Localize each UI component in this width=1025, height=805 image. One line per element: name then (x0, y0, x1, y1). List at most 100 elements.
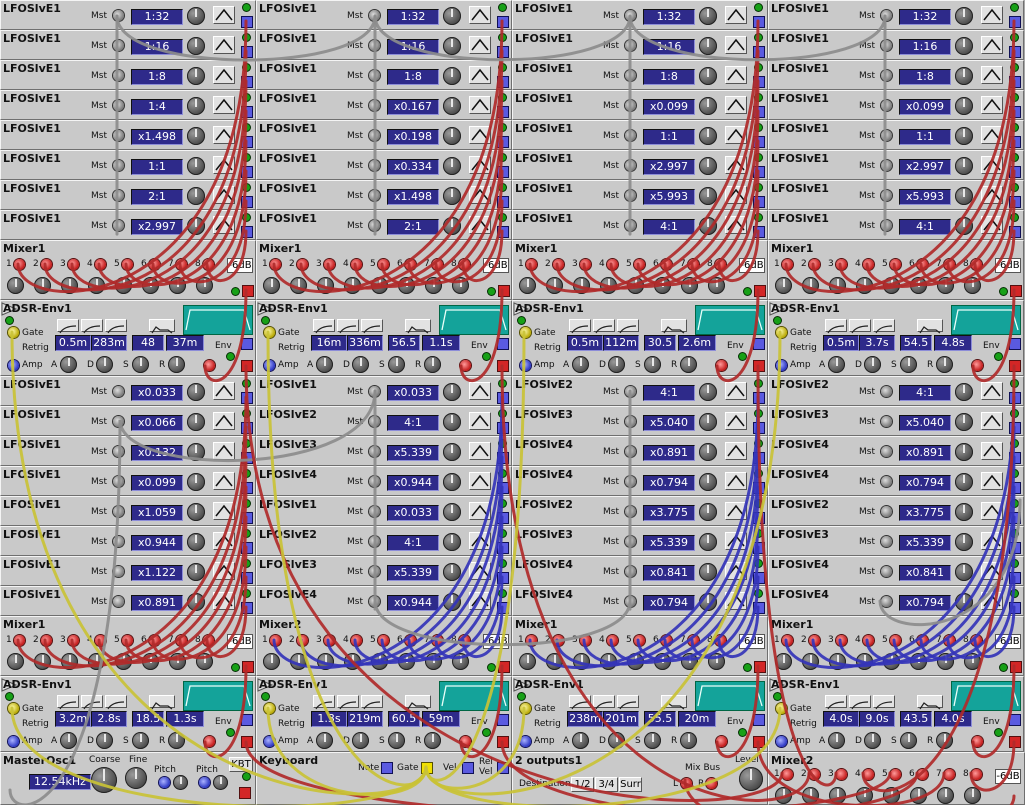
channel-input-jack[interactable] (405, 635, 416, 646)
mixer-output-jack[interactable] (242, 285, 254, 297)
rate-knob[interactable] (187, 443, 205, 461)
rate-display[interactable]: x2.997 (899, 159, 951, 175)
master-input-jack[interactable] (881, 386, 892, 397)
channel-input-jack[interactable] (782, 769, 793, 780)
rate-knob[interactable] (443, 7, 461, 25)
rate-display[interactable]: x1.059 (131, 505, 183, 521)
rate-knob[interactable] (443, 563, 461, 581)
sustain-display[interactable]: 54.5 (900, 335, 932, 351)
master-input-jack[interactable] (113, 190, 124, 201)
env-output-jack[interactable] (497, 714, 509, 726)
decay-curve-button[interactable] (849, 319, 871, 334)
channel-level-knob[interactable] (600, 653, 617, 670)
channel-input-jack[interactable] (661, 635, 672, 646)
kbt-button[interactable]: KBT (229, 757, 253, 772)
lfo-output-jack[interactable] (753, 422, 765, 434)
lfo-output-jack[interactable] (497, 16, 509, 28)
rate-knob[interactable] (443, 473, 461, 491)
channel-input-jack[interactable] (176, 635, 187, 646)
master-input-jack[interactable] (881, 10, 892, 21)
master-input-jack[interactable] (881, 130, 892, 141)
master-input-jack[interactable] (625, 446, 636, 457)
lfo-output-jack[interactable] (753, 542, 765, 554)
pitch1-input-jack[interactable] (159, 777, 170, 788)
rate-knob[interactable] (955, 443, 973, 461)
amp-output-jack[interactable] (1009, 360, 1021, 372)
channel-input-jack[interactable] (149, 259, 160, 270)
channel-input-jack[interactable] (122, 259, 133, 270)
knob-a[interactable] (60, 732, 77, 749)
knob-r[interactable] (424, 732, 441, 749)
rate-knob[interactable] (443, 157, 461, 175)
rate-knob[interactable] (699, 563, 717, 581)
attack-curve-button[interactable] (313, 319, 335, 334)
knob-a[interactable] (572, 356, 589, 373)
amp-input-jack[interactable] (520, 360, 531, 371)
channel-level-knob[interactable] (964, 653, 981, 670)
rate-knob[interactable] (699, 157, 717, 175)
waveform-button[interactable] (981, 412, 1003, 430)
rate-knob[interactable] (699, 127, 717, 145)
rate-display[interactable]: 1:16 (131, 39, 183, 55)
rate-knob[interactable] (699, 97, 717, 115)
attenuation-button[interactable]: -6dB (995, 769, 1021, 784)
release-curve-button[interactable] (105, 695, 127, 710)
attenuation-button[interactable]: -6dB (739, 634, 765, 649)
waveform-button[interactable] (213, 442, 235, 460)
channel-input-jack[interactable] (863, 635, 874, 646)
attack-curve-button[interactable] (57, 695, 79, 710)
rate-display[interactable]: 1:32 (899, 9, 951, 25)
waveform-button[interactable] (213, 502, 235, 520)
channel-level-knob[interactable] (317, 653, 334, 670)
channel-input-jack[interactable] (607, 635, 618, 646)
rate-knob[interactable] (187, 97, 205, 115)
rate-knob[interactable] (187, 7, 205, 25)
master-input-jack[interactable] (881, 220, 892, 231)
master-input-jack[interactable] (113, 386, 124, 397)
amp-input-jack[interactable] (264, 360, 275, 371)
rate-display[interactable]: x1.498 (131, 129, 183, 145)
lfo-output-jack[interactable] (1009, 392, 1021, 404)
rate-display[interactable]: x2.997 (131, 219, 183, 235)
rate-display[interactable]: x0.794 (643, 475, 695, 491)
decay-curve-button[interactable] (849, 695, 871, 710)
channel-input-jack[interactable] (580, 259, 591, 270)
channel-level-knob[interactable] (61, 653, 78, 670)
channel-level-knob[interactable] (964, 787, 981, 804)
master-input-jack[interactable] (369, 446, 380, 457)
master-input-jack[interactable] (881, 446, 892, 457)
rate-display[interactable]: 4:1 (387, 415, 439, 431)
master-input-jack[interactable] (881, 100, 892, 111)
release-display[interactable]: 1.1s (422, 335, 460, 351)
rate-display[interactable]: 4:1 (387, 535, 439, 551)
channel-input-jack[interactable] (351, 635, 362, 646)
rate-knob[interactable] (699, 7, 717, 25)
channel-input-jack[interactable] (553, 259, 564, 270)
rate-display[interactable]: x1.122 (131, 565, 183, 581)
channel-level-knob[interactable] (829, 277, 846, 294)
knob-a[interactable] (828, 732, 845, 749)
attack-curve-button[interactable] (825, 319, 847, 334)
sustain-display[interactable]: 56.5 (388, 335, 420, 351)
channel-input-jack[interactable] (688, 259, 699, 270)
waveform-button[interactable] (981, 156, 1003, 174)
sustain-display[interactable]: 43.5 (900, 711, 932, 727)
waveform-button[interactable] (469, 472, 491, 490)
decay-display[interactable]: 9.0s (859, 711, 895, 727)
channel-input-jack[interactable] (270, 635, 281, 646)
knob-s[interactable] (388, 732, 405, 749)
master-input-jack[interactable] (625, 190, 636, 201)
channel-level-knob[interactable] (937, 277, 954, 294)
rate-knob[interactable] (955, 97, 973, 115)
knob-d[interactable] (352, 732, 369, 749)
waveform-button[interactable] (469, 36, 491, 54)
waveform-button[interactable] (213, 412, 235, 430)
amp-output-jack[interactable] (497, 736, 509, 748)
attack-display[interactable]: 238m (567, 711, 603, 727)
master-input-jack[interactable] (113, 40, 124, 51)
rate-knob[interactable] (955, 187, 973, 205)
rate-knob[interactable] (443, 187, 461, 205)
channel-level-knob[interactable] (425, 277, 442, 294)
waveform-button[interactable] (213, 562, 235, 580)
channel-level-knob[interactable] (344, 277, 361, 294)
